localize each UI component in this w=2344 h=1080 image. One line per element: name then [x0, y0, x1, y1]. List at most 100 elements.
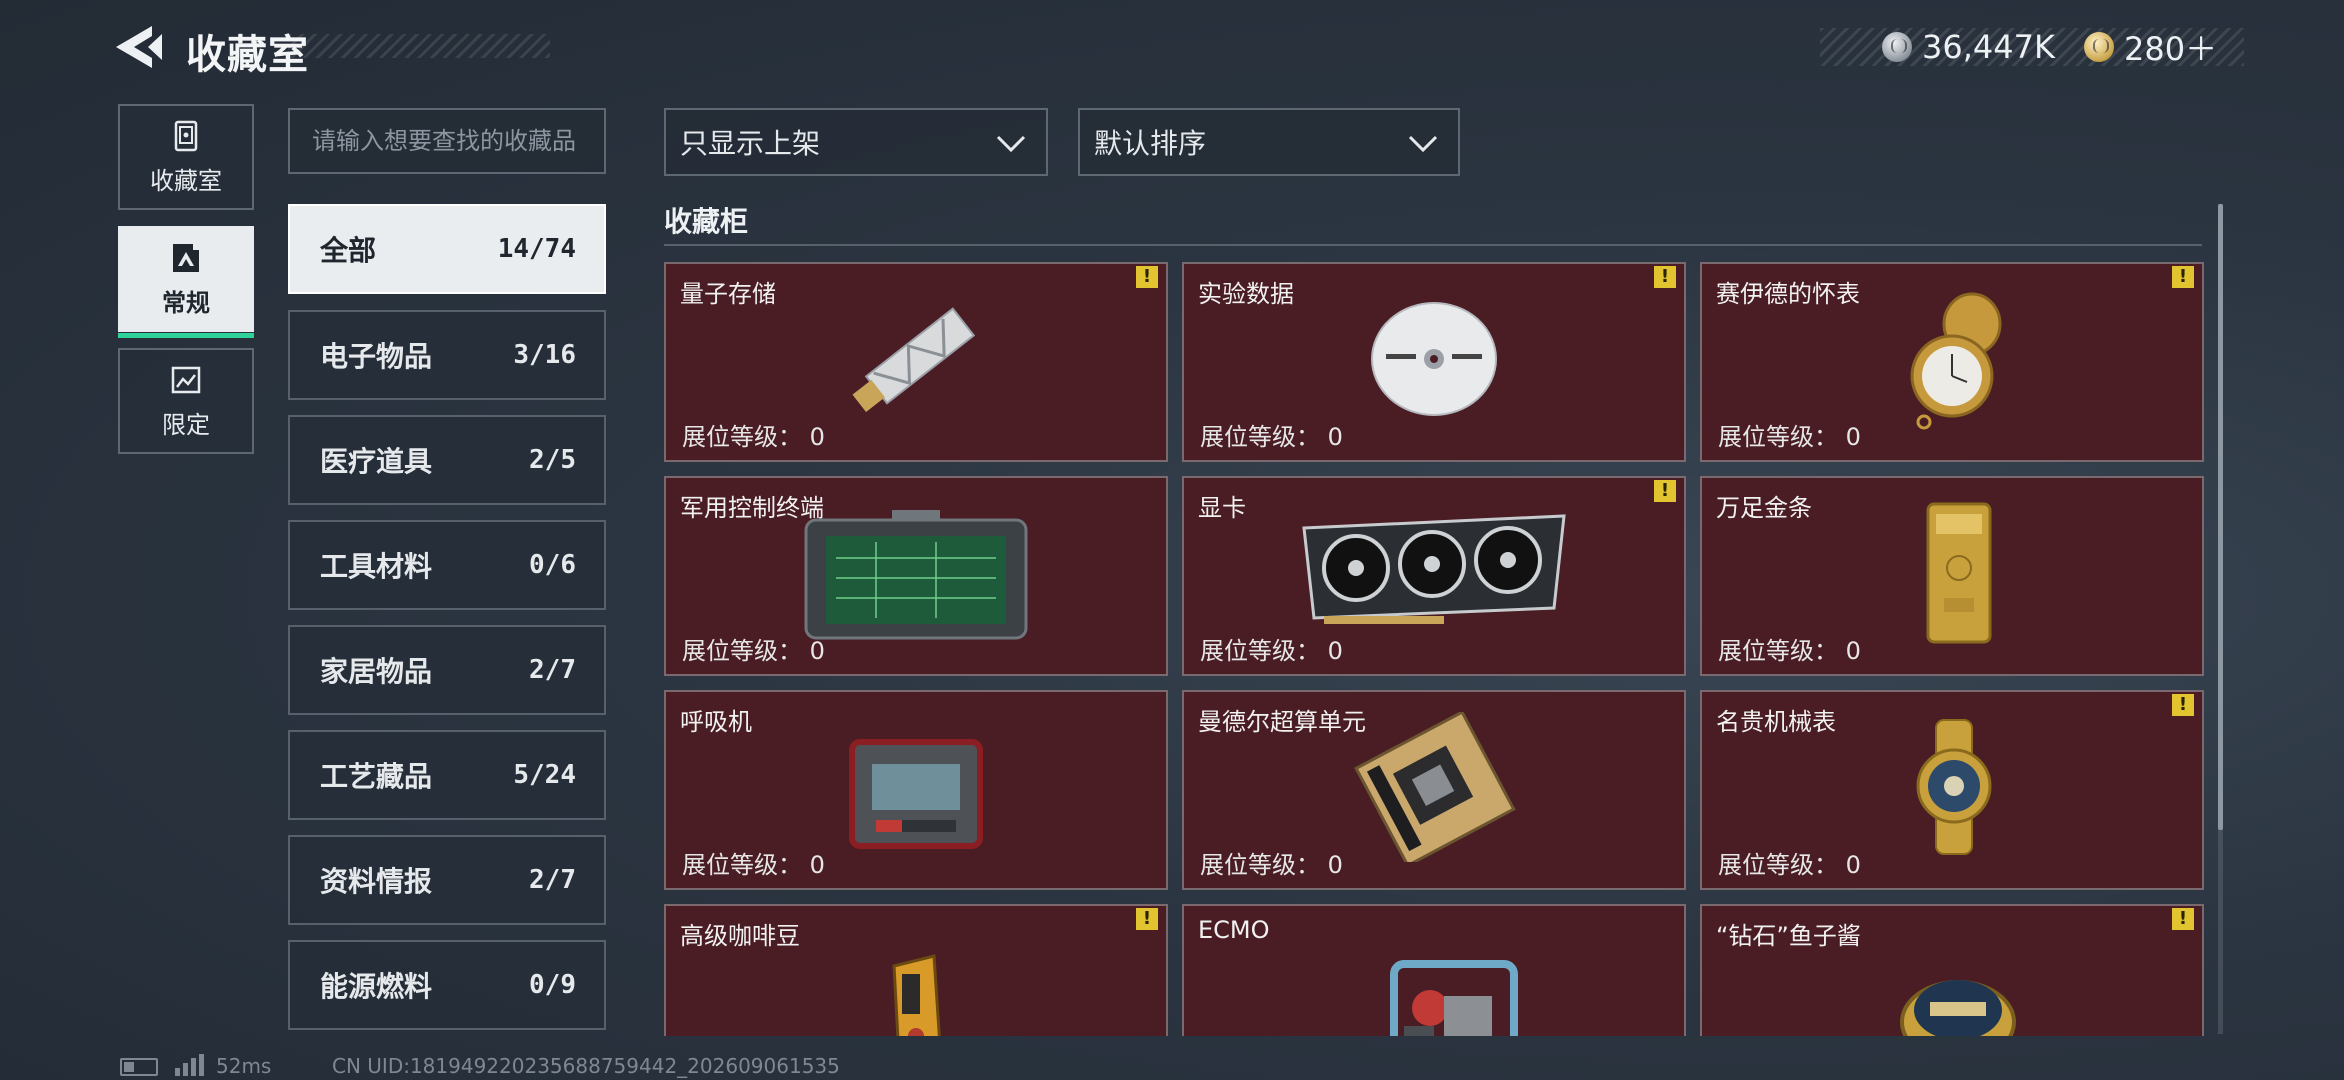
cabinet-title: 收藏柜	[664, 205, 749, 238]
sidenav-label: 常规	[162, 288, 210, 317]
back-arrow-icon[interactable]	[112, 22, 168, 72]
booth-level: 展位等级： 0	[1200, 417, 1343, 452]
booth-level-value: 0	[1845, 637, 1861, 665]
user-uid: CN UID:18194922023568875944​2_2026090615…	[332, 1054, 840, 1078]
gold-currency-value: 280＋	[2124, 30, 2218, 68]
category-label: 电子物品	[320, 340, 433, 373]
category-all[interactable]: 全部 14/74	[288, 204, 606, 294]
category-label: 全部	[320, 234, 377, 267]
collection-card[interactable]: 呼吸机 展位等级： 0	[664, 690, 1168, 890]
item-name: “钻石”鱼子酱	[1716, 922, 1861, 950]
category-count: 3/16	[513, 340, 576, 370]
booth-level: 展位等级： 0	[682, 417, 825, 452]
search-input[interactable]	[288, 108, 606, 174]
wristwatch-icon	[1916, 719, 1992, 855]
title-group: 收藏室	[178, 20, 550, 78]
silver-coin-icon	[1882, 32, 1912, 62]
item-name: 量子存储	[680, 280, 776, 308]
category-label: 家居物品	[320, 655, 433, 688]
booth-level-label: 展位等级：	[1200, 637, 1320, 665]
category-label: 工具材料	[320, 550, 433, 583]
graphics-card-icon	[1302, 514, 1566, 624]
collection-card[interactable]: 高级咖啡豆 ! 展位等级：	[664, 904, 1168, 1036]
disc-icon	[1371, 302, 1497, 416]
warning-icon: !	[1136, 266, 1158, 288]
category-label: 能源燃料	[320, 970, 433, 1003]
vault-icon	[174, 120, 198, 151]
item-name: 呼吸机	[680, 708, 752, 736]
currency-gold[interactable]: 280＋	[2084, 28, 2217, 68]
booth-level-label: 展位等级：	[1718, 637, 1838, 665]
section-divider	[664, 244, 2202, 246]
booth-level-label: 展位等级：	[1200, 423, 1320, 451]
booth-level-value: 0	[809, 851, 825, 879]
category-electronics[interactable]: 电子物品 3/16	[288, 310, 606, 400]
collection-card[interactable]: 显卡 ! 展位等级： 0	[1182, 476, 1686, 676]
category-label: 工艺藏品	[320, 760, 433, 793]
currency-silver[interactable]: 36,447K	[1882, 28, 2055, 66]
booth-level: 展位等级： 0	[682, 631, 825, 666]
category-count: 2/7	[529, 865, 576, 895]
collection-card[interactable]: 赛伊德的怀表 ! 展位等级： 0	[1700, 262, 2204, 462]
booth-level-label: 展位等级：	[1718, 851, 1838, 879]
booth-level: 展位等级： 0	[1718, 417, 1861, 452]
sort-dropdown[interactable]: 默认排序	[1078, 108, 1460, 176]
booth-level: 展位等级： 0	[682, 845, 825, 880]
sidenav-label: 限定	[162, 410, 210, 439]
battery-icon	[120, 1058, 158, 1076]
collection-card[interactable]: ECMO 展位等级：	[1182, 904, 1686, 1036]
category-crafts[interactable]: 工艺藏品 5/24	[288, 730, 606, 820]
booth-level-value: 0	[809, 423, 825, 451]
collection-card[interactable]: 名贵机械表 ! 展位等级： 0	[1700, 690, 2204, 890]
category-intel[interactable]: 资料情报 2/7	[288, 835, 606, 925]
collection-card[interactable]: 万足金条 展位等级： 0	[1700, 476, 2204, 676]
collection-card[interactable]: 军用控制终端 展位等级： 0	[664, 476, 1168, 676]
cabinet-grid: 量子存储 ! 展位等级： 0 实验数据 ! 展位等级： 0 赛伊德的怀表 ! 展…	[662, 260, 2206, 1036]
item-name: 名贵机械表	[1716, 708, 1836, 736]
coffee-bag-icon	[892, 954, 941, 1036]
pocket-watch-icon	[1910, 292, 2002, 430]
sidenav-item-vault[interactable]: 收藏室	[118, 104, 254, 210]
category-count: 5/24	[513, 760, 576, 790]
ping-readout: 52ms	[216, 1054, 272, 1078]
booth-level: 展位等级： 0	[1200, 631, 1343, 666]
booth-level-label: 展位等级：	[1718, 423, 1838, 451]
limited-image-icon	[171, 366, 201, 393]
cpu-board-icon	[1354, 712, 1516, 862]
warning-icon: !	[1654, 480, 1676, 502]
category-count: 0/9	[529, 970, 576, 1000]
category-tools[interactable]: 工具材料 0/6	[288, 520, 606, 610]
category-count: 14/74	[497, 234, 576, 264]
status-footer: 52ms CN UID:18194922023568875944​2_20260…	[0, 1050, 2344, 1080]
sort-label: 默认排序	[1094, 127, 1207, 160]
usb-drive-icon	[852, 307, 976, 412]
chevron-down-icon	[1408, 135, 1438, 153]
category-medical[interactable]: 医疗道具 2/5	[288, 415, 606, 505]
item-name: 显卡	[1198, 494, 1246, 522]
display-filter-label: 只显示上架	[680, 127, 821, 160]
page-title: 收藏室	[186, 32, 309, 78]
sidenav-item-limited[interactable]: 限定	[118, 348, 254, 454]
collection-card[interactable]: “钻石”鱼子酱 ! 展位等级：	[1700, 904, 2204, 1036]
collection-card[interactable]: 实验数据 ! 展位等级： 0	[1182, 262, 1686, 462]
booth-level-label: 展位等级：	[1200, 851, 1320, 879]
collection-card[interactable]: 量子存储 ! 展位等级： 0	[664, 262, 1168, 462]
sidenav-item-regular[interactable]: 常规	[118, 226, 254, 338]
gold-bar-icon	[1926, 502, 1992, 644]
item-name: 实验数据	[1198, 280, 1294, 308]
display-filter-dropdown[interactable]: 只显示上架	[664, 108, 1048, 176]
warning-icon: !	[2172, 266, 2194, 288]
category-count: 2/7	[529, 655, 576, 685]
category-household[interactable]: 家居物品 2/7	[288, 625, 606, 715]
ecmo-machine-icon	[1390, 960, 1518, 1036]
category-fuel[interactable]: 能源燃料 0/9	[288, 940, 606, 1030]
scrollbar-thumb[interactable]	[2218, 204, 2223, 830]
item-name: ECMO	[1198, 916, 1270, 944]
booth-level-value: 0	[1845, 423, 1861, 451]
warning-icon: !	[2172, 908, 2194, 930]
category-count: 0/6	[529, 550, 576, 580]
booth-level: 展位等级： 0	[1200, 845, 1343, 880]
collection-card[interactable]: 曼德尔超算单元 展位等级： 0	[1182, 690, 1686, 890]
warning-icon: !	[2172, 694, 2194, 716]
booth-level-label: 展位等级：	[682, 851, 802, 879]
